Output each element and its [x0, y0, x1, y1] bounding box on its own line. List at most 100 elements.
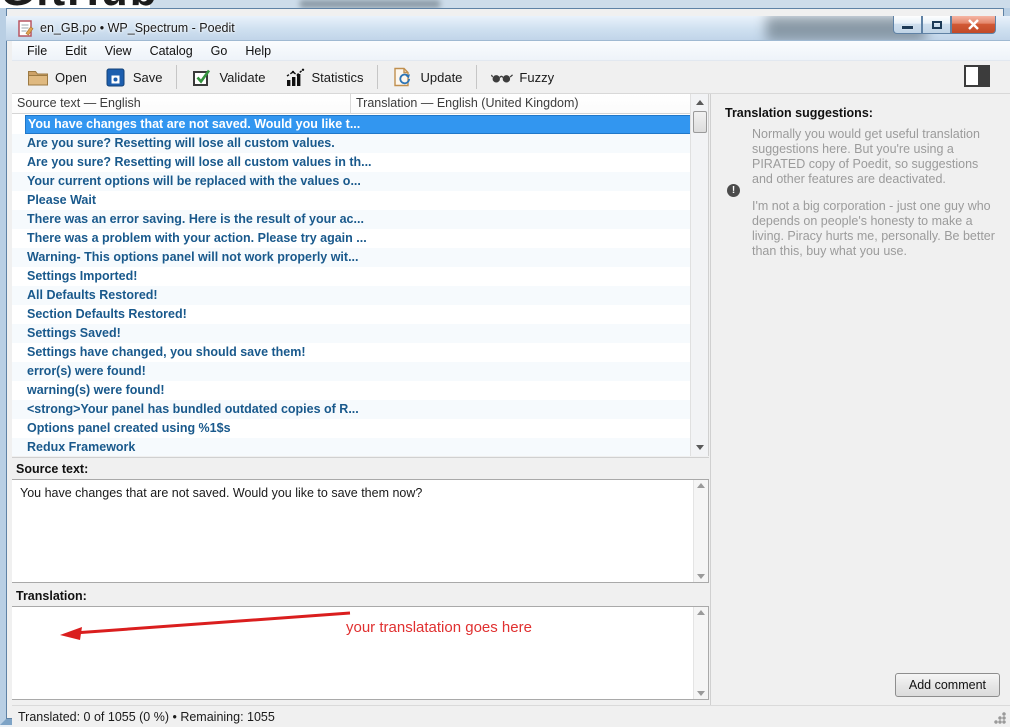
toolbar-button-label: Update — [420, 70, 462, 85]
window-controls — [893, 16, 996, 34]
list-row[interactable]: Are you sure? Resetting will lose all cu… — [12, 153, 691, 172]
toolbar-separator — [176, 65, 177, 89]
scroll-down-arrow-icon[interactable] — [697, 574, 705, 579]
row-gutter — [12, 343, 25, 362]
update-button[interactable]: Update — [383, 63, 471, 92]
resize-grip[interactable] — [993, 711, 1006, 724]
close-button[interactable] — [951, 16, 996, 34]
row-source-text: There was an error saving. Here is the r… — [25, 210, 691, 229]
list-scrollbar[interactable] — [690, 94, 708, 456]
suggestions-title: Translation suggestions: — [725, 106, 873, 120]
minimize-icon — [902, 26, 913, 29]
scroll-down-arrow-icon[interactable] — [691, 440, 709, 455]
row-gutter — [12, 191, 25, 210]
validate-button[interactable]: Validate — [182, 63, 274, 92]
source-text-value: You have changes that are not saved. Wou… — [20, 486, 688, 500]
row-gutter — [12, 267, 25, 286]
scroll-down-arrow-icon[interactable] — [697, 691, 705, 696]
menu-item-file[interactable]: File — [18, 42, 56, 60]
list-row[interactable]: <strong>Your panel has bundled outdated … — [12, 400, 691, 419]
checkmark-icon — [191, 68, 213, 87]
menu-item-view[interactable]: View — [96, 42, 141, 60]
scroll-up-arrow-icon[interactable] — [697, 483, 705, 488]
source-text-box[interactable]: You have changes that are not saved. Wou… — [12, 479, 709, 583]
menu-item-edit[interactable]: Edit — [56, 42, 96, 60]
translation-scrollbar[interactable] — [693, 607, 708, 699]
column-header-translation[interactable]: Translation — English (United Kingdom) — [351, 94, 691, 114]
background-artifact — [300, 0, 440, 8]
menu-item-catalog[interactable]: Catalog — [141, 42, 202, 60]
list-row[interactable]: All Defaults Restored! — [12, 286, 691, 305]
add-comment-button[interactable]: Add comment — [895, 673, 1000, 697]
row-source-text: Are you sure? Resetting will lose all cu… — [25, 153, 691, 172]
row-gutter — [12, 172, 25, 191]
desktop-background: GitHub — [0, 0, 1010, 8]
open-button[interactable]: Open — [18, 63, 96, 92]
minimize-button[interactable] — [893, 16, 922, 34]
list-row[interactable]: There was an error saving. Here is the r… — [12, 210, 691, 229]
scroll-up-arrow-icon[interactable] — [697, 610, 705, 615]
menu-item-go[interactable]: Go — [202, 42, 237, 60]
fuzzy-button[interactable]: Fuzzy — [482, 63, 563, 92]
list-row[interactable]: Section Defaults Restored! — [12, 305, 691, 324]
toolbar: Open Save Validate Statistics Update Fuzzy — [12, 61, 1010, 94]
row-source-text: Warning- This options panel will not wor… — [25, 248, 691, 267]
row-gutter — [12, 419, 25, 438]
row-gutter — [12, 400, 25, 419]
source-scrollbar[interactable] — [693, 480, 708, 582]
list-row[interactable]: Settings Saved! — [12, 324, 691, 343]
row-source-text: Please Wait — [25, 191, 691, 210]
glasses-icon — [491, 68, 513, 87]
maximize-icon — [932, 21, 942, 29]
annotation-text: your translatation goes here — [346, 619, 532, 636]
maximize-button[interactable] — [922, 16, 951, 34]
toolbar-button-label: Save — [133, 70, 163, 85]
scroll-up-arrow-icon[interactable] — [691, 95, 709, 110]
save-button[interactable]: Save — [96, 63, 172, 92]
list-row[interactable]: Your current options will be replaced wi… — [12, 172, 691, 191]
source-text-label: Source text: — [12, 457, 709, 478]
toolbar-button-label: Open — [55, 70, 87, 85]
row-gutter — [12, 324, 25, 343]
row-gutter — [12, 229, 25, 248]
row-source-text: All Defaults Restored! — [25, 286, 691, 305]
floppy-icon — [105, 68, 127, 87]
list-row[interactable]: Settings Imported! — [12, 267, 691, 286]
menu-item-help[interactable]: Help — [236, 42, 280, 60]
list-row[interactable]: Settings have changed, you should save t… — [12, 343, 691, 362]
list-row[interactable]: error(s) were found! — [12, 362, 691, 381]
suggestions-paragraph: I'm not a big corporation - just one guy… — [752, 199, 1000, 259]
list-row[interactable]: Redux Framework — [12, 438, 691, 456]
bar-chart-icon — [283, 68, 305, 87]
exclamation-icon: ! — [727, 184, 740, 197]
title-bar[interactable]: en_GB.po • WP_Spectrum - Poedit — [6, 16, 1010, 41]
list-row[interactable]: You have changes that are not saved. Wou… — [12, 115, 691, 134]
row-gutter — [12, 248, 25, 267]
row-source-text: You have changes that are not saved. Wou… — [25, 115, 691, 134]
row-gutter — [12, 210, 25, 229]
list-row[interactable]: Please Wait — [12, 191, 691, 210]
statistics-button[interactable]: Statistics — [274, 63, 372, 92]
list-row[interactable]: Are you sure? Resetting will lose all cu… — [12, 134, 691, 153]
background-artifact: GitHub — [0, 0, 159, 8]
row-gutter — [12, 134, 25, 153]
toolbar-button-label: Statistics — [311, 70, 363, 85]
sidebar-toggle-button[interactable] — [964, 65, 990, 87]
row-gutter — [12, 153, 25, 172]
translation-label: Translation: — [12, 585, 709, 606]
row-source-text: There was a problem with your action. Pl… — [25, 229, 691, 248]
translation-input-box[interactable]: your translatation goes here — [12, 606, 709, 700]
row-source-text: Your current options will be replaced wi… — [25, 172, 691, 191]
refresh-doc-icon — [392, 68, 414, 87]
list-row[interactable]: warning(s) were found! — [12, 381, 691, 400]
column-header-source[interactable]: Source text — English — [12, 94, 351, 114]
scrollbar-thumb[interactable] — [693, 111, 707, 133]
list-row[interactable]: Options panel created using %1$s — [12, 419, 691, 438]
close-icon — [967, 19, 980, 30]
list-row[interactable]: Warning- This options panel will not wor… — [12, 248, 691, 267]
row-gutter — [12, 381, 25, 400]
toolbar-button-label: Fuzzy — [519, 70, 554, 85]
row-source-text: <strong>Your panel has bundled outdated … — [25, 400, 691, 419]
list-row[interactable]: There was a problem with your action. Pl… — [12, 229, 691, 248]
toolbar-button-label: Validate — [219, 70, 265, 85]
